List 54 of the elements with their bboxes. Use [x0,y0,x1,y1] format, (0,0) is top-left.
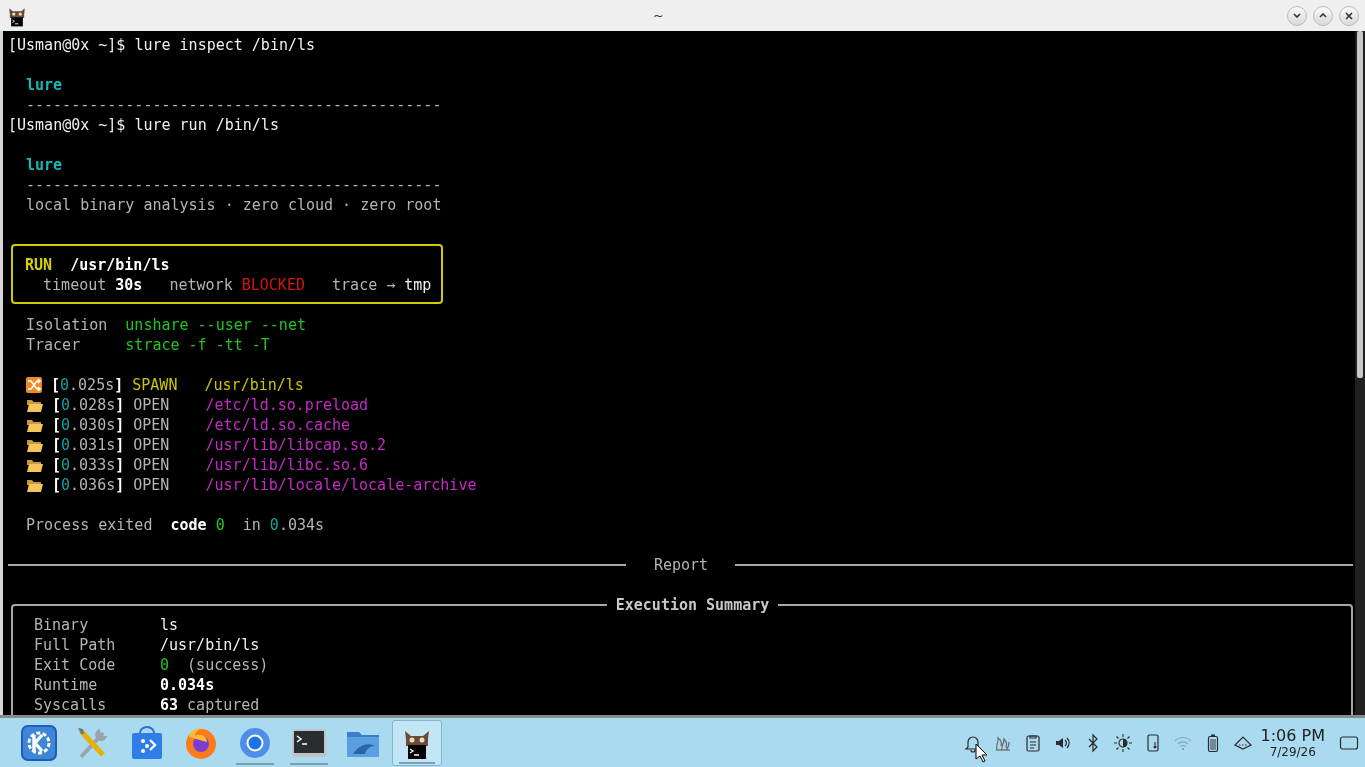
terminal-line: RUN /usr/bin/ls [25,255,171,275]
clock-date: 7/29/26 [1269,744,1316,759]
folder-icon [26,457,43,473]
field-value: /usr/bin/ls [160,635,260,655]
taskbar-item[interactable] [392,719,442,766]
close-button[interactable] [1339,5,1359,26]
running-indicator [236,762,274,765]
maximize-button[interactable] [1313,5,1333,26]
field-value: 0.034s [160,675,215,695]
brightness-icon[interactable] [1112,732,1133,753]
kde-logo-icon [19,722,59,763]
field-value: ls [160,615,179,635]
chevron-up-icon [1319,13,1327,18]
terminal-line: [0.033s] OPEN /usr/lib/libc.so.6 [52,455,369,475]
terminal-line: Isolation unshare --user --net [26,315,306,335]
terminal-line: [0.031s] OPEN /usr/lib/libcap.so.2 [52,435,387,455]
folder-icon [26,437,43,453]
field-label: Full Path [34,635,117,655]
field-value: 63 captured [160,695,260,715]
scrollbar-thumb[interactable] [1357,31,1363,378]
field-label: Exit Code [34,655,117,675]
folder-icon [26,417,43,433]
terminal-line: timeout 30s network BLOCKED trace → tmp [42,275,433,295]
close-icon [1345,11,1353,20]
section-heading: Report [652,555,710,575]
shuffle-icon [26,377,42,393]
clock[interactable]: 1:06 PM 7/29/26 [1260,726,1325,759]
terminal-line: [Usman@0x ~]$ lure run /bin/ls [8,115,279,135]
terminal-line: local binary analysis · zero cloud · zero root [26,195,442,215]
terminal-line: Process exited code 0 in 0.034s [26,515,325,535]
terminal-line: [0.030s] OPEN /etc/ld.so.cache [52,415,351,435]
terminal-line: [0.036s] OPEN /usr/lib/locale/locale-archive [52,475,477,495]
field-value: 0 (success) [160,655,269,675]
terminal-line: lure [26,155,63,175]
folder-icon [26,477,43,493]
mouse-cursor-icon [975,743,989,763]
terminal-line: [0.028s] OPEN /etc/ld.so.preload [52,395,369,415]
running-indicator [290,762,328,765]
field-label: Runtime [34,675,99,695]
running-indicator [399,761,435,764]
clock-time: 1:06 PM [1260,726,1325,745]
chevron-down-icon [1293,13,1301,18]
folder-icon [26,397,43,413]
window-title: ~ [652,8,665,23]
terminal-line: ---------------------------------------------- [26,175,442,195]
terminal-line: [0.025s] SPAWN /usr/bin/ls [51,375,304,395]
field-label: Syscalls [34,695,108,715]
terminal-line: [Usman@0x ~]$ lure inspect /bin/ls [8,35,316,55]
field-label: Binary [34,615,90,635]
terminal-line: lure [26,75,63,95]
terminal-line: ---------------------------------------------- [26,95,442,115]
panel-title: Execution Summary [614,595,771,615]
terminal-line: Tracer strace -f -tt -T [26,335,270,355]
minimize-button[interactable] [1287,5,1307,26]
